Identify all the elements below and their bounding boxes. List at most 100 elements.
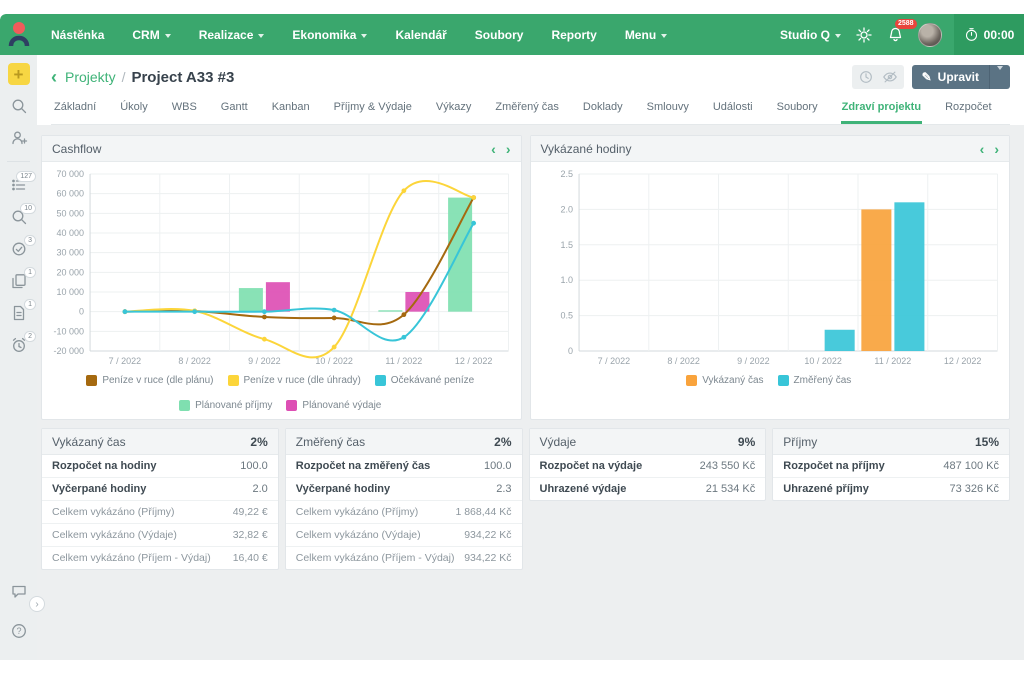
tab-prijmy-vydaje[interactable]: Příjmy & Výdaje <box>333 99 413 124</box>
legend-swatch <box>375 375 386 386</box>
reminders-badge: 2 <box>24 331 36 342</box>
user-avatar[interactable] <box>918 23 942 47</box>
workspace-name: Studio Q <box>780 28 830 42</box>
card-row-value: 32,82 € <box>233 529 268 541</box>
cashflow-prev-button[interactable]: ‹ <box>491 142 496 156</box>
eye-off-icon[interactable] <box>882 69 898 85</box>
tab-zmereny-cas[interactable]: Změřený čas <box>494 99 560 124</box>
sidebar-tasks-button[interactable]: 127 <box>0 170 37 200</box>
svg-text:60 000: 60 000 <box>56 189 84 199</box>
workspace-switcher[interactable]: Studio Q <box>780 28 841 42</box>
tab-wbs[interactable]: WBS <box>171 99 198 124</box>
svg-text:2.5: 2.5 <box>560 169 573 179</box>
tab-kanban[interactable]: Kanban <box>271 99 311 124</box>
summary-cards-row: Vykázaný čas2%Rozpočet na hodiny100.0Vyč… <box>41 428 1010 570</box>
nav-item-soubory[interactable]: Soubory <box>461 14 538 55</box>
nav-item-nastenka[interactable]: Nástěnka <box>37 14 118 55</box>
nav-item-ekonomika[interactable]: Ekonomika <box>278 14 381 55</box>
card-row: Uhrazené příjmy73 326 Kč <box>773 478 1009 500</box>
clock-icon[interactable] <box>858 69 874 85</box>
nav-item-label: Ekonomika <box>292 28 356 42</box>
app-logo[interactable] <box>0 14 37 55</box>
card-row: Celkem vykázáno (Příjmy)1 868,44 Kč <box>286 501 522 524</box>
card-row: Celkem vykázáno (Příjmy)49,22 € <box>42 501 278 524</box>
legend-swatch <box>778 375 789 386</box>
svg-text:1.0: 1.0 <box>560 275 573 285</box>
page-header: ‹ Projekty / Project A33 #3 <box>37 55 1024 125</box>
tab-zakladni[interactable]: Základní <box>53 99 97 124</box>
timer-value: 00:00 <box>984 28 1015 42</box>
top-navbar: NástěnkaCRMRealizace Ekonomika Kalendář Sou… <box>0 14 1024 55</box>
card-row-label: Uhrazené příjmy <box>783 483 869 495</box>
tab-rozpocet[interactable]: Rozpočet <box>944 99 992 124</box>
card-header: Změřený čas 2% <box>286 429 522 455</box>
edit-button[interactable]: ✎ Upravit <box>912 65 1010 89</box>
saved-search-badge: 10 <box>20 203 36 214</box>
sidebar-saved-search-button[interactable]: 10 <box>0 202 37 232</box>
settings-button[interactable] <box>855 26 873 44</box>
breadcrumb-projects-link[interactable]: Projekty <box>65 69 116 85</box>
search-button[interactable] <box>0 91 37 121</box>
tab-udalosti[interactable]: Události <box>712 99 754 124</box>
svg-text:7 / 2022: 7 / 2022 <box>109 356 142 366</box>
nav-item-crm[interactable]: CRM <box>118 14 184 55</box>
nav-item-realizace[interactable]: Realizace <box>185 14 279 55</box>
legend-label: Peníze v ruce (dle plánu) <box>102 375 213 386</box>
add-person-icon <box>10 129 28 147</box>
tab-smlouvy[interactable]: Smlouvy <box>646 99 690 124</box>
card-row-value: 934,22 Kč <box>464 552 511 564</box>
card-row: Uhrazené výdaje21 534 Kč <box>530 478 766 500</box>
time-tracker-button[interactable]: 00:00 <box>954 14 1024 55</box>
add-contact-button[interactable] <box>0 123 37 153</box>
summary-card-prijmy: Příjmy15%Rozpočet na příjmy487 100 KčUhr… <box>772 428 1010 501</box>
svg-text:7 / 2022: 7 / 2022 <box>597 356 630 366</box>
svg-text:30 000: 30 000 <box>56 248 84 258</box>
svg-text:40 000: 40 000 <box>56 228 84 238</box>
pencil-icon: ✎ <box>922 70 932 84</box>
card-title: Změřený čas <box>296 435 365 449</box>
sidebar-collapse-toggle[interactable]: › <box>29 596 45 612</box>
page-title: Project A33 #3 <box>131 69 234 86</box>
card-row-value: 16,40 € <box>233 552 268 564</box>
card-percent-badge: 2% <box>494 435 511 449</box>
card-row: Rozpočet na změřený čas100.0 <box>286 455 522 478</box>
card-row-label: Celkem vykázáno (Příjem - Výdaj) <box>52 552 211 564</box>
nav-item-kalendar[interactable]: Kalendář <box>381 14 460 55</box>
nav-item-menu[interactable]: Menu <box>611 14 681 55</box>
edit-dropdown-button[interactable] <box>989 65 1010 89</box>
sidebar-approvals-button[interactable]: 3 <box>0 234 37 264</box>
tab-zdravi-projektu[interactable]: Zdraví projektu <box>841 99 922 124</box>
tab-ukoly[interactable]: Úkoly <box>119 99 149 124</box>
sidebar-bottom: ? <box>0 576 37 648</box>
reported-hours-prev-button[interactable]: ‹ <box>980 142 985 156</box>
chevron-down-icon <box>361 34 367 38</box>
svg-text:2.0: 2.0 <box>560 204 573 214</box>
svg-text:10 000: 10 000 <box>56 287 84 297</box>
cashflow-next-button[interactable]: › <box>506 142 511 156</box>
svg-text:1.5: 1.5 <box>560 240 573 250</box>
nav-item-reporty[interactable]: Reporty <box>537 14 610 55</box>
notifications-button[interactable]: 2588 <box>887 26 904 44</box>
sidebar-reminders-button[interactable]: 2 <box>0 330 37 360</box>
tab-soubory[interactable]: Soubory <box>776 99 819 124</box>
reported-hours-next-button[interactable]: › <box>994 142 999 156</box>
reported-hours-legend: Vykázaný čas Změřený čas <box>533 371 1006 394</box>
svg-text:10 / 2022: 10 / 2022 <box>315 356 353 366</box>
tab-gantt[interactable]: Gantt <box>220 99 249 124</box>
add-new-button[interactable]: + <box>8 63 30 85</box>
legend-item: Vykázaný čas <box>686 375 763 386</box>
tab-doklady[interactable]: Doklady <box>582 99 624 124</box>
legend-label: Změřený čas <box>794 375 852 386</box>
sidebar-copies-button[interactable]: 1 <box>0 266 37 296</box>
quick-actions-group <box>852 65 904 89</box>
card-row-label: Vyčerpané hodiny <box>52 483 146 495</box>
back-chevron-icon[interactable]: ‹ <box>51 68 57 86</box>
svg-text:11 / 2022: 11 / 2022 <box>385 356 422 366</box>
chevron-down-icon <box>165 34 171 38</box>
header-actions: ✎ Upravit <box>852 65 1010 89</box>
svg-text:-10 000: -10 000 <box>53 326 84 336</box>
help-button[interactable]: ? <box>0 616 37 646</box>
nav-item-label: Soubory <box>475 28 524 42</box>
sidebar-documents-button[interactable]: 1 <box>0 298 37 328</box>
tab-vykazy[interactable]: Výkazy <box>435 99 472 124</box>
